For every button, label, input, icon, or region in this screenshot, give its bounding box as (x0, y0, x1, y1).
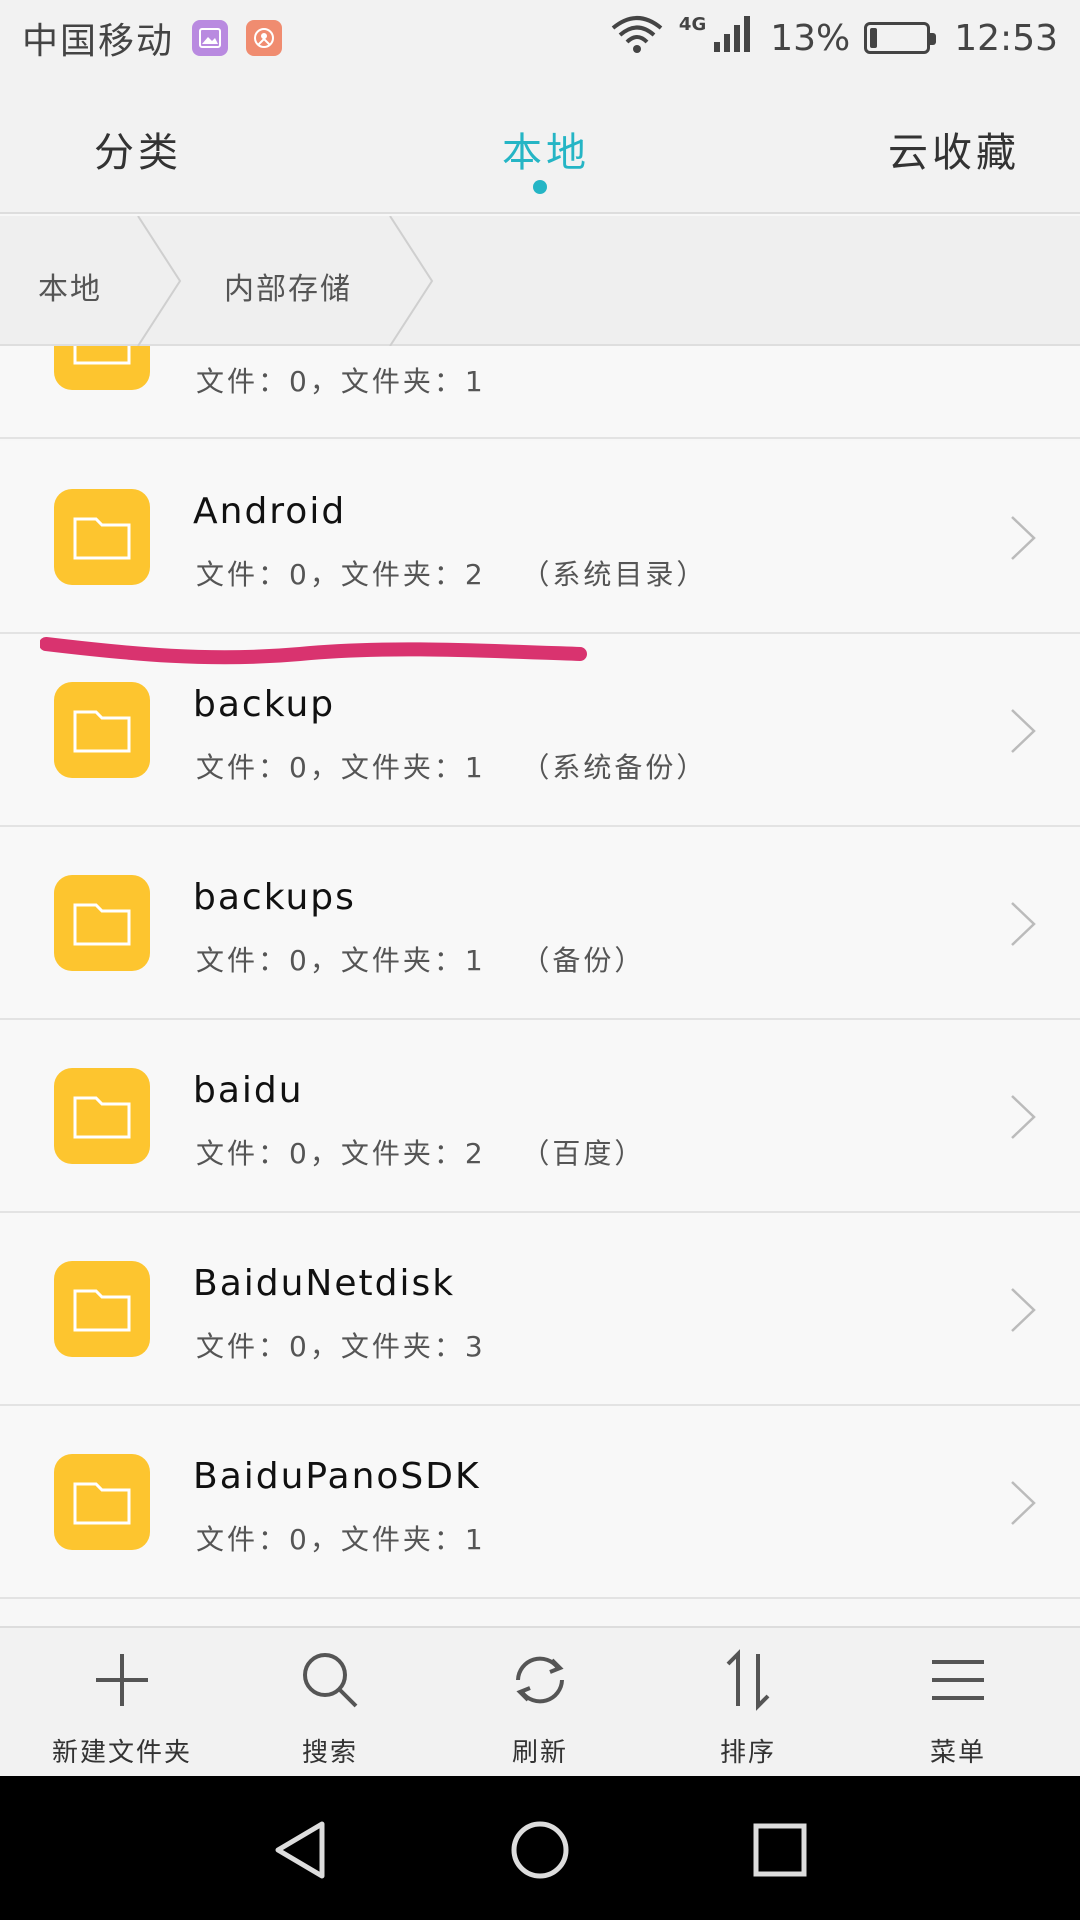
app-notification-icon (246, 20, 283, 56)
search-button[interactable]: 搜索 (230, 1628, 430, 1778)
wifi-icon (609, 14, 665, 63)
breadcrumb: 本地 内部存储 (0, 216, 1080, 346)
menu-label: 菜单 (929, 1738, 986, 1768)
chevron-right-icon (1011, 709, 1036, 753)
home-icon[interactable] (508, 1818, 572, 1882)
refresh-label: 刷新 (511, 1738, 568, 1768)
battery-percent: 13% (770, 17, 851, 59)
breadcrumb-separator-icon (137, 216, 182, 346)
folder-icon (54, 346, 150, 390)
folder-note: （百度） (521, 1137, 646, 1170)
folder-row-baidupanosdk[interactable]: BaiduPanoSDK 文件：0，文件夹：1 (0, 1406, 1080, 1599)
plus-icon (96, 1654, 148, 1706)
tab-cloud-favorites[interactable]: 云收藏 (888, 120, 1020, 178)
menu-button[interactable]: 菜单 (858, 1628, 1058, 1778)
tab-local[interactable]: 本地 (502, 120, 590, 178)
active-tab-indicator (533, 180, 547, 194)
search-label: 搜索 (301, 1738, 358, 1768)
chevron-right-icon (1011, 1481, 1036, 1525)
refresh-button[interactable]: 刷新 (440, 1628, 640, 1778)
sort-label: 排序 (719, 1738, 776, 1768)
folder-meta: 文件：0，文件夹：2 （百度） (196, 1137, 646, 1170)
folder-note: （系统目录） (521, 558, 708, 591)
signal-icon (712, 14, 756, 63)
folder-meta: 文件：0，文件夹：2 （系统目录） (196, 558, 708, 591)
chevron-right-icon (1011, 1095, 1036, 1139)
tab-category[interactable]: 分类 (94, 120, 182, 178)
chevron-right-icon (1011, 902, 1036, 946)
folder-icon (54, 489, 150, 585)
folder-icon (54, 875, 150, 971)
folder-meta: 文件：0，文件夹：1 (196, 1523, 486, 1556)
folder-icon (54, 682, 150, 778)
back-icon[interactable] (270, 1818, 334, 1882)
breadcrumb-internal-storage[interactable]: 内部存储 (224, 264, 352, 308)
folder-row-android[interactable]: Android 文件：0，文件夹：2 （系统目录） (0, 441, 1080, 634)
breadcrumb-local[interactable]: 本地 (38, 264, 102, 308)
search-icon (303, 1653, 358, 1708)
network-type: 4G (678, 13, 707, 35)
folder-row-backups[interactable]: backups 文件：0，文件夹：1 （备份） (0, 827, 1080, 1020)
folder-meta: 文件：0，文件夹：1 （备份） (196, 944, 646, 977)
folder-note: （系统备份） (521, 751, 708, 784)
menu-icon (932, 1660, 984, 1700)
clock: 12:53 (954, 17, 1058, 59)
folder-row-baidu[interactable]: baidu 文件：0，文件夹：2 （百度） (0, 1020, 1080, 1213)
battery-icon (864, 22, 937, 54)
refresh-icon (516, 1656, 564, 1704)
folder-meta: 文件：0，文件夹：1 (196, 365, 486, 398)
folder-row-baidunetdisk[interactable]: BaiduNetdisk 文件：0，文件夹：3 (0, 1213, 1080, 1406)
chevron-right-icon (1011, 516, 1036, 560)
folder-name: backup (193, 684, 336, 725)
bottom-toolbar: 新建文件夹 搜索 刷新 排序 菜单 (0, 1626, 1080, 1776)
navigation-bar (0, 1776, 1080, 1920)
breadcrumb-separator-icon (389, 216, 434, 346)
folder-meta: 文件：0，文件夹：3 (196, 1330, 486, 1363)
gallery-notification-icon (192, 20, 229, 56)
folder-name: BaiduNetdisk (193, 1263, 456, 1304)
folder-name: backups (193, 877, 356, 918)
new-folder-label: 新建文件夹 (51, 1738, 192, 1768)
sort-button[interactable]: 排序 (648, 1628, 848, 1778)
folder-icon (54, 1454, 150, 1550)
annotation-stroke (40, 637, 587, 665)
folder-note: （备份） (521, 944, 646, 977)
folder-name: BaiduPanoSDK (193, 1456, 481, 1497)
recents-icon[interactable] (748, 1818, 812, 1882)
status-bar: 中国移动 4G 13% 12:53 (0, 0, 1080, 76)
folder-icon (54, 1261, 150, 1357)
folder-meta: 文件：0，文件夹：1 （系统备份） (196, 751, 708, 784)
chevron-right-icon (1011, 1288, 1036, 1332)
folder-name: baidu (193, 1070, 304, 1111)
carrier-name: 中国移动 (22, 21, 175, 62)
sort-icon (726, 1649, 770, 1711)
new-folder-button[interactable]: 新建文件夹 (22, 1628, 222, 1778)
folder-list: 文件：0，文件夹：1 Android 文件：0，文件夹：2 （系统目录） bac… (0, 346, 1080, 1626)
top-tabs: 分类 本地 云收藏 (0, 76, 1080, 214)
folder-icon (54, 1068, 150, 1164)
folder-row[interactable]: 文件：0，文件夹：1 (0, 346, 1080, 439)
folder-name: Android (193, 491, 347, 532)
